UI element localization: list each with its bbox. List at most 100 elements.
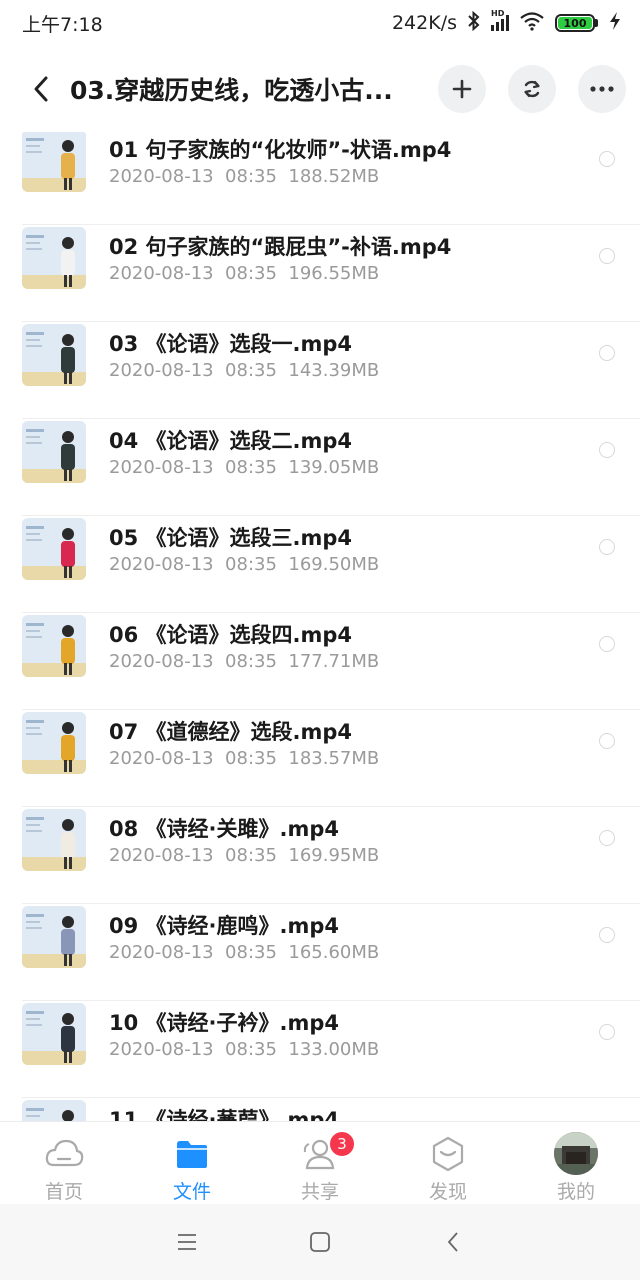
video-thumbnail bbox=[22, 324, 86, 386]
file-meta: 2020-08-13 08:35 169.95MB bbox=[109, 845, 379, 866]
network-speed: 242K/s bbox=[391, 12, 457, 34]
menu-button[interactable] bbox=[167, 1222, 207, 1262]
file-row[interactable]: 11 《诗经·蒹葭》.mp4 bbox=[0, 1098, 640, 1121]
video-thumbnail bbox=[22, 712, 86, 774]
file-size: 133.00MB bbox=[288, 1039, 380, 1060]
file-meta: 2020-08-13 08:35 133.00MB bbox=[109, 1039, 379, 1060]
folder-icon bbox=[170, 1132, 214, 1175]
file-row[interactable]: 09 《诗经·鹿鸣》.mp4 2020-08-13 08:35 165.60MB bbox=[0, 904, 640, 1001]
video-thumbnail bbox=[22, 227, 86, 289]
nav-label-home: 首页 bbox=[44, 1181, 83, 1203]
wifi-icon bbox=[519, 11, 545, 36]
file-date: 2020-08-13 08:35 bbox=[109, 1039, 277, 1060]
video-thumbnail bbox=[22, 809, 86, 871]
select-checkbox[interactable] bbox=[599, 636, 615, 652]
page-title: 03.穿越历史线，吃透小古... bbox=[70, 76, 393, 105]
bluetooth-icon bbox=[467, 10, 481, 36]
file-meta: 2020-08-13 08:35 183.57MB bbox=[109, 748, 379, 769]
nav-item-home[interactable]: 首页 bbox=[0, 1122, 128, 1204]
nav-label-files: 文件 bbox=[172, 1181, 211, 1203]
home-button[interactable] bbox=[300, 1222, 340, 1262]
file-name: 06 《论语》选段四.mp4 bbox=[109, 623, 353, 647]
file-list: 01 句子家族的“化妆师”-状语.mp4 2020-08-13 08:35 188… bbox=[0, 132, 640, 1121]
file-meta: 2020-08-13 08:35 169.50MB bbox=[109, 554, 379, 575]
battery-level: 100 bbox=[558, 17, 592, 30]
file-name: 02 句子家族的“跟屁虫”-补语.mp4 bbox=[109, 235, 452, 259]
file-size: 143.39MB bbox=[288, 360, 380, 381]
video-thumbnail bbox=[22, 615, 86, 677]
battery-icon: 100 bbox=[555, 14, 598, 32]
file-name: 10 《诗经·子衿》.mp4 bbox=[109, 1011, 340, 1035]
home-icon bbox=[310, 1232, 330, 1252]
select-checkbox[interactable] bbox=[599, 927, 615, 943]
file-row[interactable]: 06 《论语》选段四.mp4 2020-08-13 08:35 177.71MB bbox=[0, 613, 640, 710]
file-size: 177.71MB bbox=[288, 651, 380, 672]
more-button[interactable] bbox=[578, 65, 626, 113]
nav-item-files[interactable]: 文件 bbox=[128, 1122, 256, 1204]
nav-label-share: 共享 bbox=[300, 1181, 339, 1203]
back-button[interactable] bbox=[24, 67, 58, 111]
select-checkbox[interactable] bbox=[599, 442, 615, 458]
chevron-left-icon bbox=[34, 76, 48, 102]
file-name: 01 句子家族的“化妆师”-状语.mp4 bbox=[109, 138, 452, 162]
video-thumbnail bbox=[22, 421, 86, 483]
refresh-icon bbox=[524, 80, 540, 98]
charging-icon bbox=[608, 11, 622, 36]
file-size: 183.57MB bbox=[288, 748, 380, 769]
file-meta: 2020-08-13 08:35 177.71MB bbox=[109, 651, 379, 672]
avatar bbox=[554, 1132, 598, 1175]
nav-item-share[interactable]: 3 共享 bbox=[256, 1122, 384, 1204]
file-row[interactable]: 10 《诗经·子衿》.mp4 2020-08-13 08:35 133.00MB bbox=[0, 1001, 640, 1098]
cloud-icon bbox=[42, 1132, 86, 1175]
select-checkbox[interactable] bbox=[599, 733, 615, 749]
file-date: 2020-08-13 08:35 bbox=[109, 263, 277, 284]
file-name: 05 《论语》选段三.mp4 bbox=[109, 526, 353, 550]
status-bar: 上午7:18 242K/s HD 100 bbox=[0, 0, 640, 46]
system-back-button[interactable] bbox=[433, 1222, 473, 1262]
nav-label-discover: 发现 bbox=[428, 1181, 467, 1203]
status-time: 上午7:18 bbox=[22, 13, 103, 36]
select-checkbox[interactable] bbox=[599, 248, 615, 264]
status-icons: 242K/s HD 100 bbox=[391, 9, 622, 36]
video-thumbnail bbox=[22, 1003, 86, 1065]
file-row[interactable]: 07 《道德经》选段.mp4 2020-08-13 08:35 183.57MB bbox=[0, 710, 640, 807]
nav-label-me: 我的 bbox=[556, 1181, 595, 1203]
file-size: 188.52MB bbox=[288, 166, 380, 187]
file-date: 2020-08-13 08:35 bbox=[109, 457, 277, 478]
file-row[interactable]: 08 《诗经·关雎》.mp4 2020-08-13 08:35 169.95MB bbox=[0, 807, 640, 904]
more-icon bbox=[590, 86, 614, 92]
refresh-button[interactable] bbox=[508, 65, 556, 113]
file-size: 169.50MB bbox=[288, 554, 380, 575]
video-thumbnail bbox=[22, 1100, 86, 1121]
file-name: 03 《论语》选段一.mp4 bbox=[109, 332, 353, 356]
file-row[interactable]: 03 《论语》选段一.mp4 2020-08-13 08:35 143.39MB bbox=[0, 322, 640, 419]
file-row[interactable]: 02 句子家族的“跟屁虫”-补语.mp4 2020-08-13 08:35 196… bbox=[0, 225, 640, 322]
menu-icon bbox=[177, 1234, 196, 1250]
nav-item-me[interactable]: 我的 bbox=[512, 1122, 640, 1204]
add-icon bbox=[452, 79, 472, 99]
video-thumbnail bbox=[22, 906, 86, 968]
file-date: 2020-08-13 08:35 bbox=[109, 748, 277, 769]
discover-icon bbox=[426, 1132, 470, 1175]
file-row[interactable]: 01 句子家族的“化妆师”-状语.mp4 2020-08-13 08:35 188… bbox=[0, 132, 640, 225]
select-checkbox[interactable] bbox=[599, 1024, 615, 1040]
file-meta: 2020-08-13 08:35 165.60MB bbox=[109, 942, 379, 963]
file-meta: 2020-08-13 08:35 139.05MB bbox=[109, 457, 379, 478]
video-thumbnail bbox=[22, 132, 86, 192]
file-row[interactable]: 04 《论语》选段二.mp4 2020-08-13 08:35 139.05MB bbox=[0, 419, 640, 516]
back-icon bbox=[448, 1232, 458, 1252]
signal-icon: HD bbox=[491, 9, 509, 31]
file-date: 2020-08-13 08:35 bbox=[109, 845, 277, 866]
select-checkbox[interactable] bbox=[599, 345, 615, 361]
select-checkbox[interactable] bbox=[599, 539, 615, 555]
file-date: 2020-08-13 08:35 bbox=[109, 360, 277, 381]
select-checkbox[interactable] bbox=[599, 830, 615, 846]
bottom-nav: 首页 文件 3 共享 发现 我的 bbox=[0, 1121, 640, 1204]
file-size: 165.60MB bbox=[288, 942, 380, 963]
video-thumbnail bbox=[22, 518, 86, 580]
add-button[interactable] bbox=[438, 65, 486, 113]
select-checkbox[interactable] bbox=[599, 151, 615, 167]
file-row[interactable]: 05 《论语》选段三.mp4 2020-08-13 08:35 169.50MB bbox=[0, 516, 640, 613]
file-name: 09 《诗经·鹿鸣》.mp4 bbox=[109, 914, 340, 938]
nav-item-discover[interactable]: 发现 bbox=[384, 1122, 512, 1204]
